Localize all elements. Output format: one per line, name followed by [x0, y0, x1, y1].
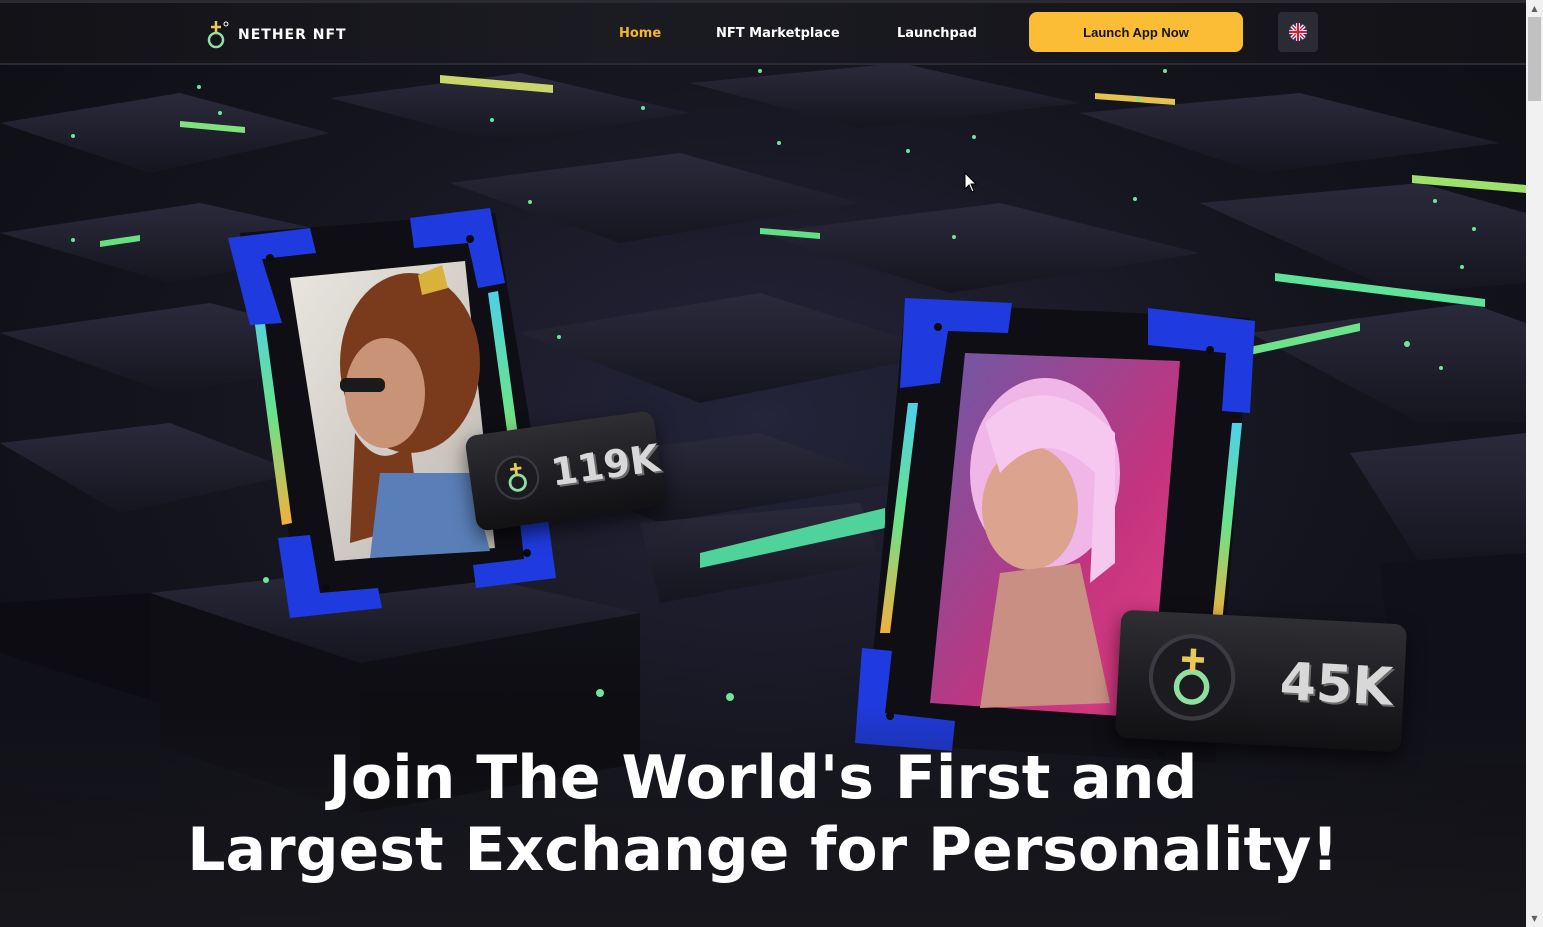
mouse-cursor-icon	[964, 172, 978, 193]
nav-launchpad[interactable]: Launchpad	[897, 26, 977, 41]
price-label-right: 45K	[1278, 652, 1395, 718]
price-badge-right: 45K	[1114, 609, 1408, 753]
nav-nft-marketplace[interactable]: NFT Marketplace	[716, 26, 840, 41]
language-selector[interactable]	[1278, 12, 1318, 52]
brand-name: NETHER NFT	[238, 27, 347, 43]
vertical-scrollbar[interactable]	[1526, 0, 1543, 927]
scrollbar-thumb[interactable]	[1528, 17, 1541, 101]
nether-coin-icon	[1148, 634, 1236, 721]
uk-flag-icon	[1289, 23, 1307, 41]
nav-home[interactable]: Home	[619, 26, 661, 41]
scroll-up-arrow-icon[interactable]: ▲	[1526, 0, 1543, 17]
launch-app-button[interactable]: Launch App Now	[1029, 12, 1243, 52]
hero-headline-line-2: Largest Exchange for Personality!	[187, 815, 1339, 885]
brand-logo[interactable]: NETHER NFT	[206, 20, 347, 50]
hero-headline-line-1: Join The World's First and	[328, 743, 1198, 813]
nft-card-left	[228, 208, 556, 618]
price-label-left: 119K	[548, 435, 663, 495]
nether-logo-icon	[207, 21, 229, 49]
scroll-down-arrow-icon[interactable]: ▼	[1526, 910, 1543, 927]
hero-headline: Join The World's First and Largest Excha…	[0, 742, 1526, 886]
nether-coin-icon	[494, 455, 540, 500]
site-header: NETHER NFT Home NFT Marketplace Launchpa…	[0, 3, 1526, 65]
